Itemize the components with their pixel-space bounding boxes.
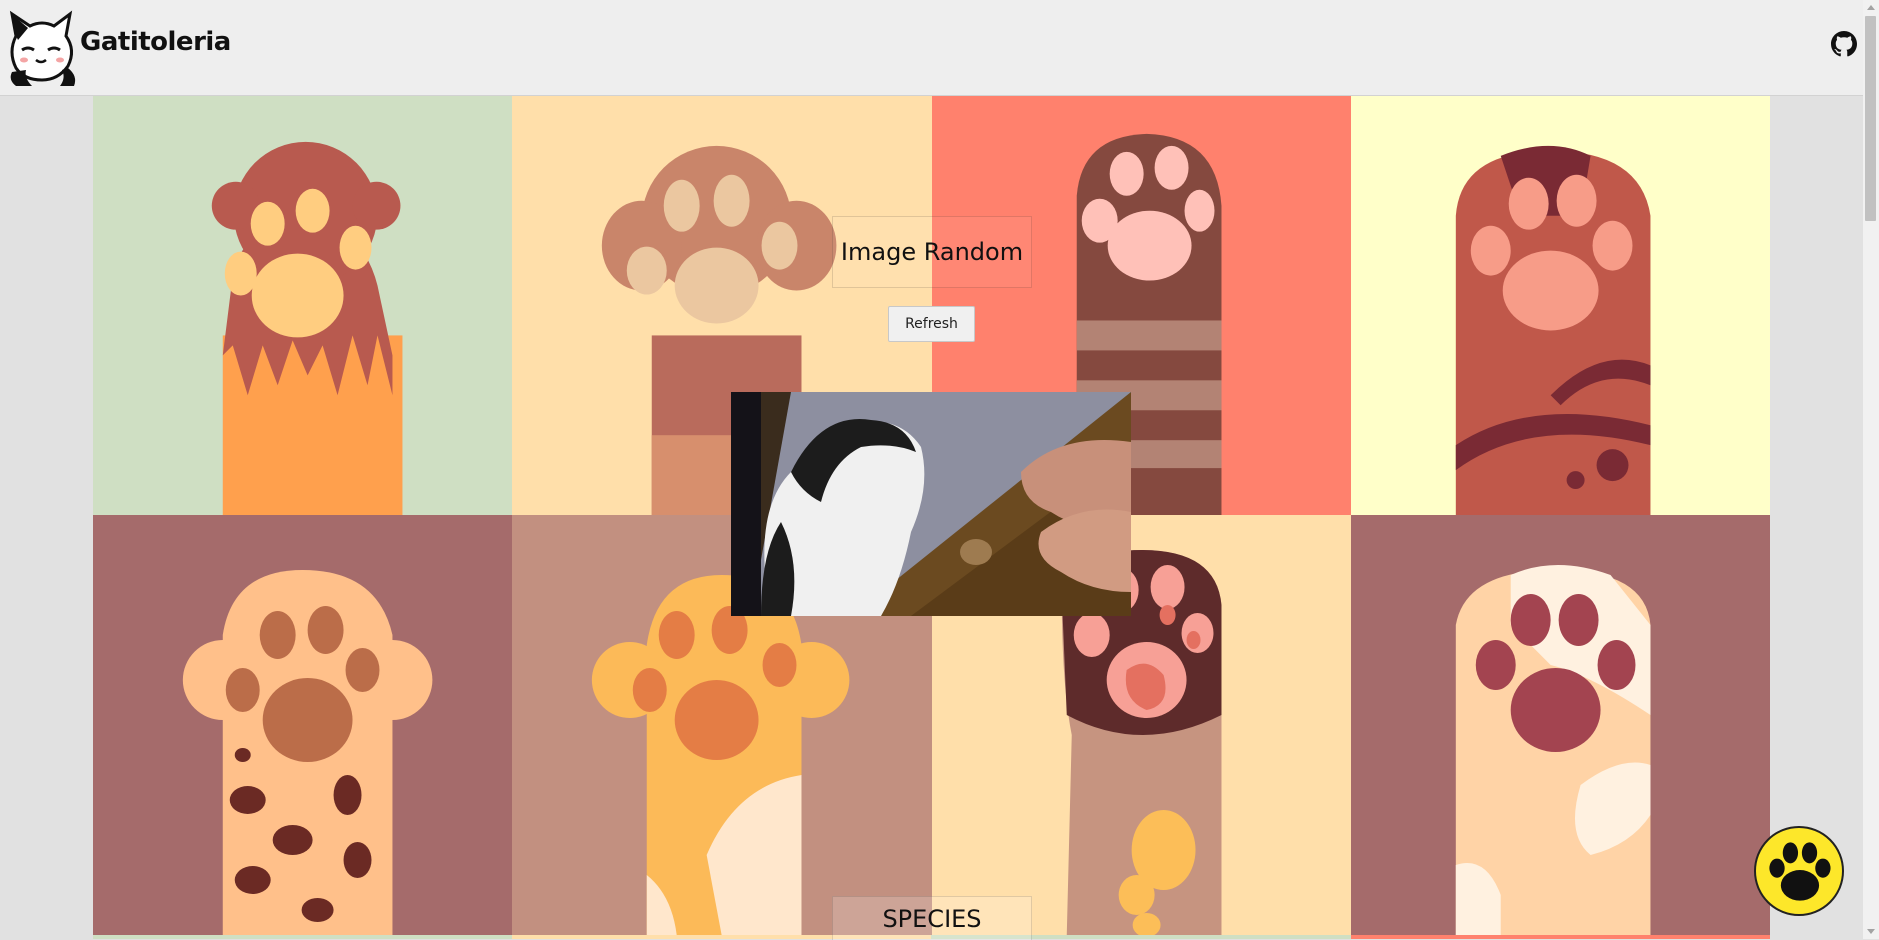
random-cat-image	[731, 392, 1131, 616]
scroll-down-arrow-icon[interactable]	[1867, 929, 1875, 934]
paw-floating-button[interactable]	[1754, 826, 1844, 916]
top-header: Gatitoleria	[0, 0, 1863, 96]
scrollbar-thumb[interactable]	[1865, 16, 1876, 221]
paw-tile	[1350, 515, 1770, 935]
page-title: Image Random	[832, 216, 1032, 288]
scroll-up-arrow-icon[interactable]	[1867, 5, 1875, 10]
vertical-scrollbar[interactable]	[1863, 0, 1879, 939]
paw-tile	[1350, 96, 1770, 515]
species-heading: SPECIES	[832, 896, 1032, 940]
cat-logo-icon[interactable]	[2, 6, 82, 88]
github-icon[interactable]	[1831, 31, 1857, 57]
refresh-button[interactable]: Refresh	[888, 306, 975, 342]
paw-tile	[93, 515, 513, 935]
paw-tile	[93, 96, 513, 515]
brand-name[interactable]: Gatitoleria	[80, 27, 231, 57]
paw-icon	[1769, 842, 1831, 901]
next-row-strip	[93, 935, 512, 939]
next-row-strip	[1351, 935, 1770, 939]
